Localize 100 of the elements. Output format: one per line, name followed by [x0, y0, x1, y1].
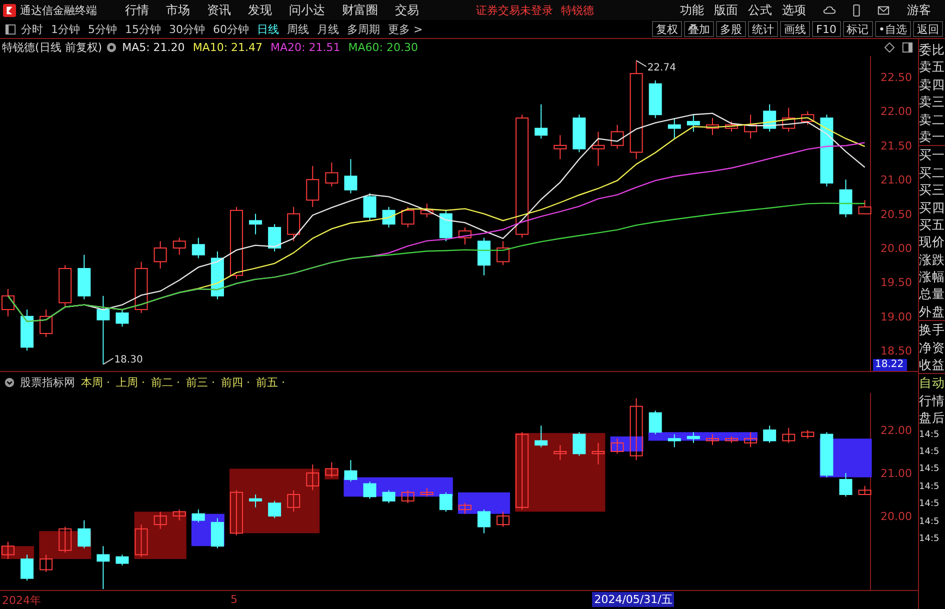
period-tab[interactable]: 1分钟 — [51, 22, 80, 36]
period-tab[interactable]: 月线 — [317, 22, 339, 36]
ma-value: MA20: 21.51 — [270, 41, 340, 54]
quote-label: 总量 — [919, 285, 945, 303]
candlestick — [496, 511, 510, 528]
cloud-icon[interactable] — [823, 4, 836, 16]
candlestick — [325, 162, 338, 187]
candlestick — [839, 472, 852, 498]
period-tab[interactable]: 周线 — [287, 22, 309, 36]
quote-label: 净资 — [919, 338, 945, 356]
quote-label: 买五 — [919, 216, 945, 234]
candlestick — [439, 492, 452, 512]
candlestick — [344, 460, 358, 482]
candlestick — [78, 254, 91, 300]
menu-item[interactable]: 交易 — [395, 2, 419, 18]
toolbar-button[interactable]: 复权 — [652, 21, 682, 37]
diamond-icon[interactable] — [884, 42, 895, 53]
candlestick — [725, 120, 738, 132]
quote-label: 外盘 — [919, 302, 945, 322]
trade-time: 14:5 — [919, 532, 940, 546]
period-tab[interactable]: 5分钟 — [88, 22, 117, 36]
menu-item[interactable]: 市场 — [166, 2, 190, 18]
toolbar-button[interactable]: 统计 — [748, 21, 778, 37]
ma-value: MA60: 20.30 — [348, 41, 418, 54]
menu-item[interactable]: 发现 — [248, 2, 272, 18]
panel-toggle-icon[interactable] — [5, 24, 16, 34]
menu-item[interactable]: 版面 — [714, 2, 738, 18]
auto-label[interactable]: 自动 — [919, 374, 945, 392]
toolbar-button[interactable]: 画线 — [780, 21, 810, 37]
period-tab[interactable]: 30分钟 — [169, 22, 205, 36]
candlestick — [706, 434, 719, 446]
candlestick — [20, 554, 34, 581]
period-tab[interactable]: 日线 — [257, 22, 279, 36]
period-tab[interactable]: 60分钟 — [213, 22, 249, 36]
cursor-date: 2024/05/31/五 — [592, 592, 674, 607]
leader-line — [636, 60, 647, 68]
candlestick — [2, 541, 14, 560]
trade-time: 14:5 — [919, 446, 940, 459]
toolbar-button[interactable]: 返回 — [913, 21, 943, 37]
window-icon[interactable] — [902, 42, 913, 53]
collapse-icon[interactable] — [4, 377, 15, 388]
quote-label: 买四 — [919, 198, 945, 216]
menu-item[interactable]: 财富圈 — [342, 2, 378, 18]
candlestick — [116, 309, 129, 328]
ma-value: MA10: 21.47 — [192, 41, 263, 54]
ma-value: MA5: 21.20 — [122, 41, 185, 54]
quote-label: 卖二 — [919, 110, 945, 128]
candlestick — [534, 104, 548, 140]
candlestick — [40, 554, 53, 572]
toolbar-button[interactable]: 标记 — [842, 21, 872, 37]
candlestick — [686, 114, 700, 132]
candlestick — [458, 502, 472, 514]
quote-label: 换手 — [919, 321, 945, 339]
candlestick — [268, 500, 282, 519]
menu-item[interactable]: 公式 — [748, 2, 772, 18]
candlestick — [287, 206, 300, 242]
toolbar-button[interactable]: F10 — [812, 21, 840, 37]
candlestick — [154, 240, 167, 270]
menu-item[interactable]: 资讯 — [207, 2, 231, 18]
candlestick — [363, 192, 376, 222]
settings-icon[interactable] — [106, 42, 118, 53]
candlestick — [382, 490, 396, 504]
trade-time: 14:5 — [919, 480, 940, 494]
menu-item[interactable]: 行情 — [125, 2, 149, 18]
menu-item[interactable]: 功能 — [680, 2, 704, 18]
period-tab[interactable]: 多周期 — [347, 22, 380, 36]
period-tab[interactable]: 分时 — [21, 22, 43, 36]
quote-label: 买三 — [919, 181, 945, 199]
user-label[interactable]: 游客 — [907, 2, 931, 18]
candlestick — [744, 432, 758, 448]
toolbar-button[interactable]: •自选 — [874, 21, 911, 37]
quote-label: 卖四 — [919, 76, 945, 94]
candlestick — [630, 398, 643, 461]
trade-time: 14:5 — [919, 498, 940, 512]
axis-label: 21.00 — [880, 174, 912, 187]
candlestick — [744, 114, 758, 140]
candlestick — [134, 524, 148, 558]
candlestick — [648, 80, 662, 119]
candlestick — [592, 442, 605, 465]
period-tab[interactable]: 更多 > — [388, 22, 423, 36]
login-status[interactable]: 证券交易未登录 — [476, 2, 553, 18]
period-tab[interactable]: 15分钟 — [125, 22, 161, 36]
indicator-name: 股票指标网 — [20, 375, 75, 390]
candlestick — [858, 200, 872, 214]
candlestick — [363, 481, 376, 500]
date-label: 5 — [230, 593, 238, 606]
candlestick — [686, 432, 700, 444]
week-label: 前五 · — [256, 375, 285, 390]
candlestick — [572, 114, 586, 153]
quote-label: 现价 — [919, 233, 945, 251]
mail-icon[interactable] — [877, 4, 890, 16]
menu-item[interactable]: 选项 — [782, 2, 806, 18]
candlestick — [478, 237, 490, 276]
candlestick — [668, 434, 681, 448]
toolbar-button[interactable]: 叠加 — [684, 21, 714, 37]
axis-label: 21.50 — [880, 139, 912, 152]
candlestick — [420, 203, 434, 218]
toolbar-button[interactable]: 多股 — [716, 21, 746, 37]
menu-item[interactable]: 问小达 — [289, 2, 325, 18]
candlestick — [706, 118, 719, 136]
